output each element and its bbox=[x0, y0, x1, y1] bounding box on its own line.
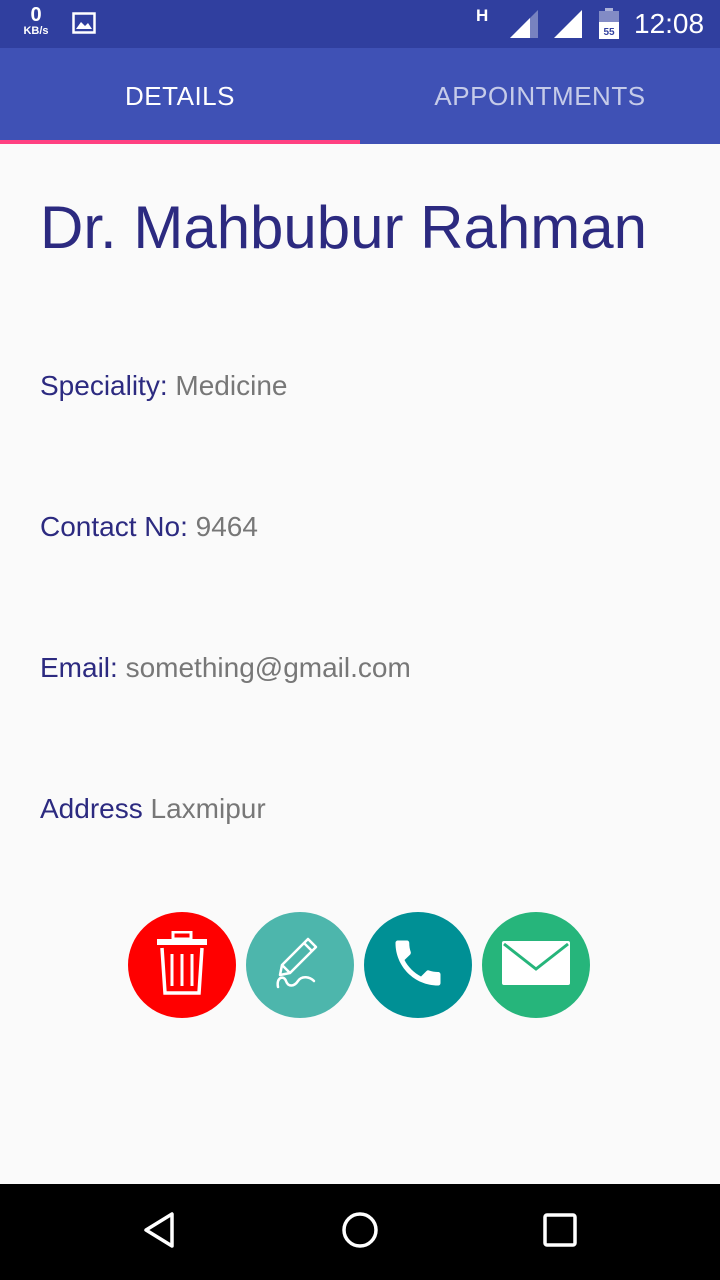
back-button[interactable] bbox=[136, 1208, 184, 1256]
speciality-value: Medicine bbox=[175, 370, 288, 401]
email-label: Email: bbox=[40, 652, 118, 683]
doctor-name: Dr. Mahbubur Rahman bbox=[40, 194, 647, 261]
signal-strength-icon bbox=[552, 8, 584, 45]
envelope-icon bbox=[500, 939, 572, 992]
image-notification-icon bbox=[72, 12, 96, 39]
email-row: Email: something@gmail.com bbox=[40, 650, 411, 686]
home-button[interactable] bbox=[336, 1208, 384, 1256]
navigation-bar bbox=[0, 1184, 720, 1280]
tab-details[interactable]: DETAILS bbox=[0, 48, 360, 144]
contact-row: Contact No: 9464 bbox=[40, 509, 258, 545]
delete-button[interactable] bbox=[128, 912, 236, 1018]
battery-icon: 55 bbox=[598, 8, 620, 45]
address-row: Address Laxmipur bbox=[40, 791, 266, 827]
home-icon bbox=[340, 1210, 380, 1255]
recents-button[interactable] bbox=[536, 1208, 584, 1256]
network-speed: 0 KB/s bbox=[18, 5, 54, 37]
address-label: Address bbox=[40, 793, 143, 824]
tab-bar: DETAILS APPOINTMENTS bbox=[0, 48, 720, 144]
email-value: something@gmail.com bbox=[125, 652, 411, 683]
speciality-label: Speciality: bbox=[40, 370, 168, 401]
speciality-row: Speciality: Medicine bbox=[40, 368, 287, 404]
call-button[interactable] bbox=[364, 912, 472, 1018]
signal-strength-icon bbox=[508, 8, 540, 45]
edit-button[interactable] bbox=[246, 912, 354, 1018]
network-speed-unit: KB/s bbox=[23, 25, 49, 37]
trash-icon bbox=[155, 930, 209, 1000]
recents-icon bbox=[540, 1210, 580, 1255]
status-bar: 0 KB/s H 55 12:08 bbox=[0, 0, 720, 48]
email-button[interactable] bbox=[482, 912, 590, 1018]
network-type-indicator: H bbox=[476, 6, 489, 25]
back-icon bbox=[140, 1210, 180, 1255]
battery-level: 55 bbox=[603, 27, 615, 38]
selected-tab-indicator bbox=[0, 140, 360, 144]
phone-icon bbox=[388, 933, 448, 998]
contact-label: Contact No: bbox=[40, 511, 188, 542]
contact-value: 9464 bbox=[195, 511, 258, 542]
edit-pencil-icon bbox=[270, 933, 330, 998]
clock: 12:08 bbox=[634, 8, 705, 39]
network-speed-value: 0 bbox=[30, 4, 42, 26]
address-value: Laxmipur bbox=[150, 793, 266, 824]
tab-appointments[interactable]: APPOINTMENTS bbox=[360, 48, 720, 144]
